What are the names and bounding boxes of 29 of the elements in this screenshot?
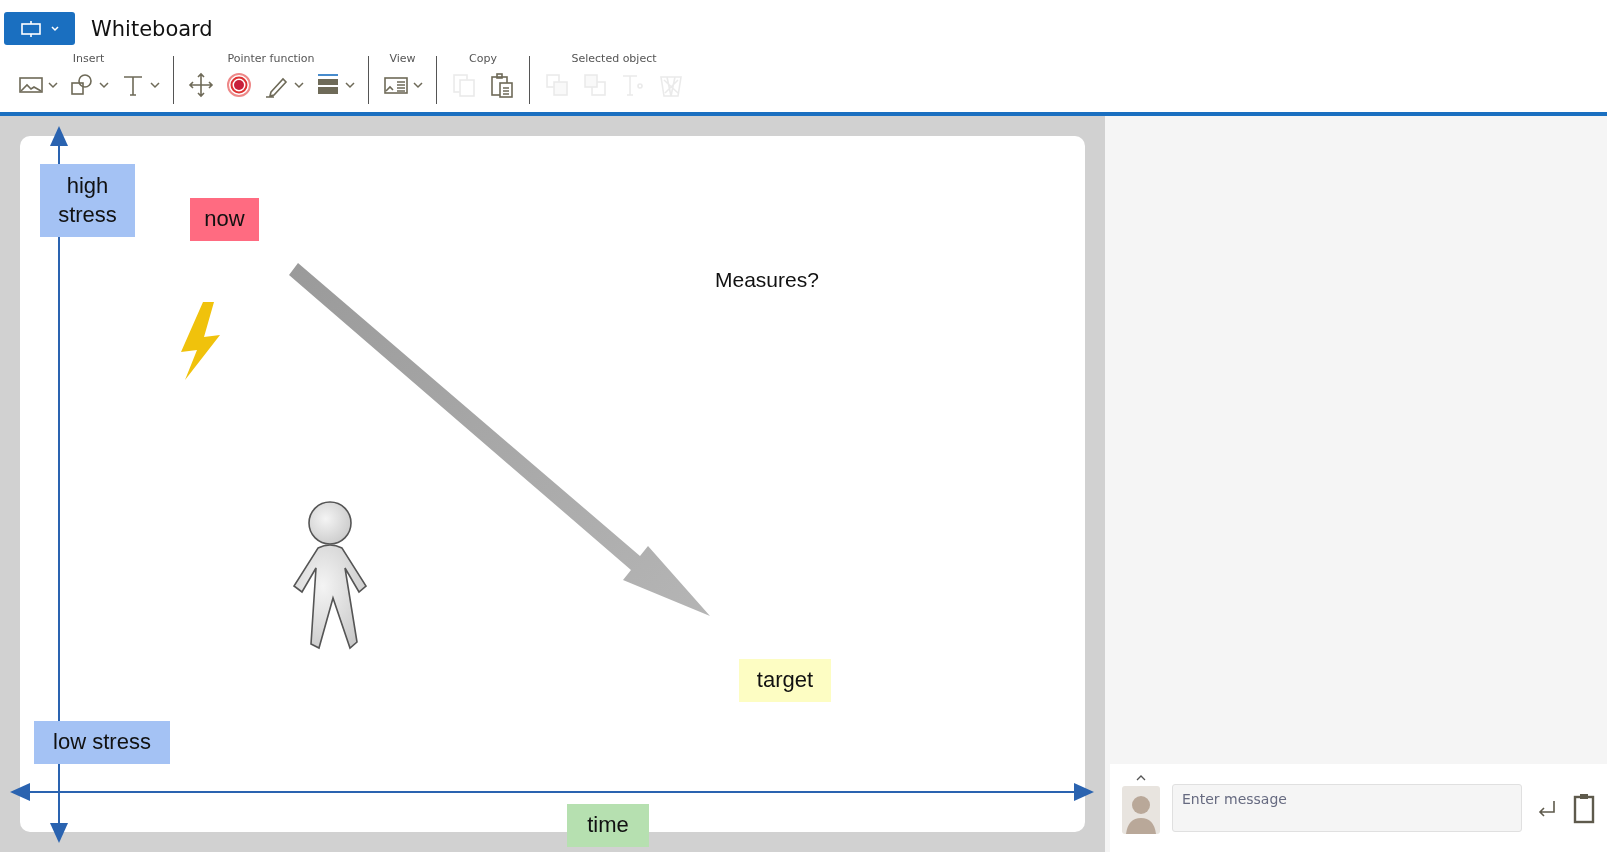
toolbar-group-label: Copy xyxy=(469,52,497,65)
toolbar-group-label: View xyxy=(389,52,416,65)
sticky-note[interactable]: time xyxy=(567,804,649,847)
caret-icon xyxy=(49,24,60,33)
toolbar-group-label: Pointer function xyxy=(227,52,315,65)
whiteboard-menu-button[interactable] xyxy=(4,12,75,45)
target-icon xyxy=(225,71,253,99)
sticky-note[interactable]: low stress xyxy=(34,721,170,764)
sticky-note[interactable]: now xyxy=(190,198,259,241)
sticky-note[interactable]: target xyxy=(739,659,831,702)
paste-icon xyxy=(488,71,516,99)
expand-icon[interactable] xyxy=(1135,774,1147,782)
board-text[interactable]: Measures? xyxy=(715,268,819,292)
avatar-icon xyxy=(1122,786,1160,834)
caret-icon xyxy=(294,81,304,89)
window-title: Whiteboard xyxy=(91,16,213,41)
caret-icon xyxy=(48,81,58,89)
caret-icon xyxy=(345,81,355,89)
message-input[interactable]: Enter message xyxy=(1172,784,1522,832)
lightning-icon xyxy=(181,302,220,380)
move-icon xyxy=(187,71,215,99)
screen-icon xyxy=(19,20,42,37)
sticky-note[interactable]: high stress xyxy=(40,164,135,237)
toolbar-group-label: Insert xyxy=(72,52,105,65)
toolbar-group-label: Selected object xyxy=(571,52,657,65)
caret-icon xyxy=(413,81,423,89)
caret-icon xyxy=(150,81,160,89)
caret-icon xyxy=(99,81,109,89)
clipboard-icon[interactable] xyxy=(1572,792,1596,824)
